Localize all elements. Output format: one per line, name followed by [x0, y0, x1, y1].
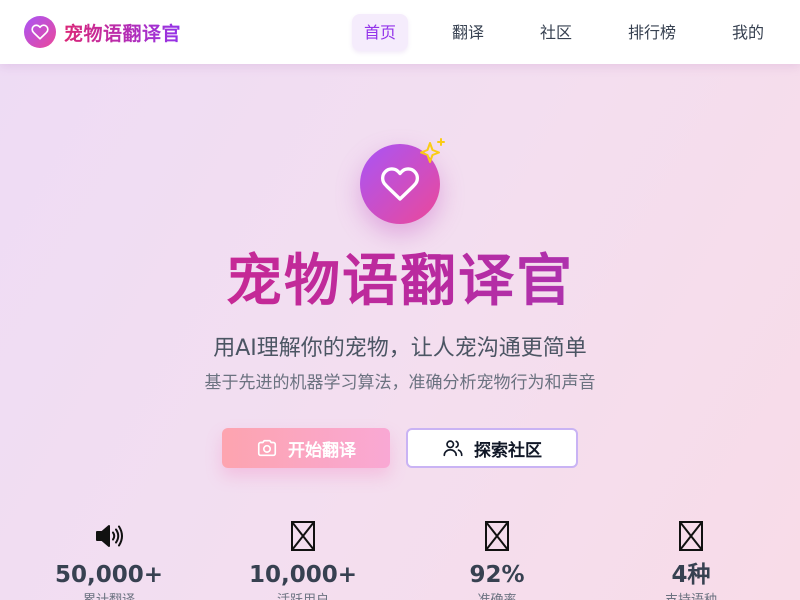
missing-glyph-icon	[203, 518, 403, 554]
start-translate-label: 开始翻译	[288, 440, 356, 461]
stat-value: 92%	[469, 562, 525, 588]
stat-label: 累计翻译	[9, 592, 209, 600]
users-icon	[442, 437, 464, 459]
stat-label: 支持语种	[591, 592, 791, 600]
nav-item-home[interactable]: 首页	[352, 14, 408, 51]
hero-subtitle: 用AI理解你的宠物，让人宠沟通更简单	[213, 336, 587, 361]
nav-item-community[interactable]: 社区	[528, 14, 584, 51]
hero-logo	[360, 138, 445, 224]
stat-accuracy: 92% 准确率	[397, 518, 597, 600]
nav-item-profile[interactable]: 我的	[720, 14, 776, 51]
start-translate-button[interactable]: 开始翻译	[222, 428, 390, 468]
stat-languages: 4种 支持语种	[591, 518, 791, 600]
brand[interactable]: 宠物语翻译官	[24, 16, 181, 48]
heart-logo-icon	[24, 16, 56, 48]
stat-value: 10,000+	[248, 562, 358, 588]
nav-item-translate[interactable]: 翻译	[440, 14, 496, 51]
brand-title: 宠物语翻译官	[64, 19, 181, 46]
explore-community-label: 探索社区	[474, 440, 542, 461]
speaker-icon	[9, 518, 209, 554]
camera-icon	[256, 437, 278, 459]
hero-title: 宠物语翻译官	[0, 244, 800, 320]
stat-label: 活跃用户	[203, 592, 403, 600]
sparkle-icon	[420, 138, 445, 163]
missing-glyph-icon	[591, 518, 791, 554]
stat-active-users: 10,000+ 活跃用户	[203, 518, 403, 600]
top-navbar: 宠物语翻译官 首页 翻译 社区 排行榜 我的	[0, 0, 800, 64]
missing-glyph-icon	[397, 518, 597, 554]
hero-description: 基于先进的机器学习算法，准确分析宠物行为和声音	[204, 373, 596, 393]
stat-value: 50,000+	[54, 562, 164, 588]
explore-community-button[interactable]: 探索社区	[406, 428, 578, 468]
stat-translations: 50,000+ 累计翻译	[9, 518, 209, 600]
stat-value: 4种	[671, 562, 711, 588]
stat-label: 准确率	[397, 592, 597, 600]
nav-item-leaderboard[interactable]: 排行榜	[616, 14, 688, 51]
